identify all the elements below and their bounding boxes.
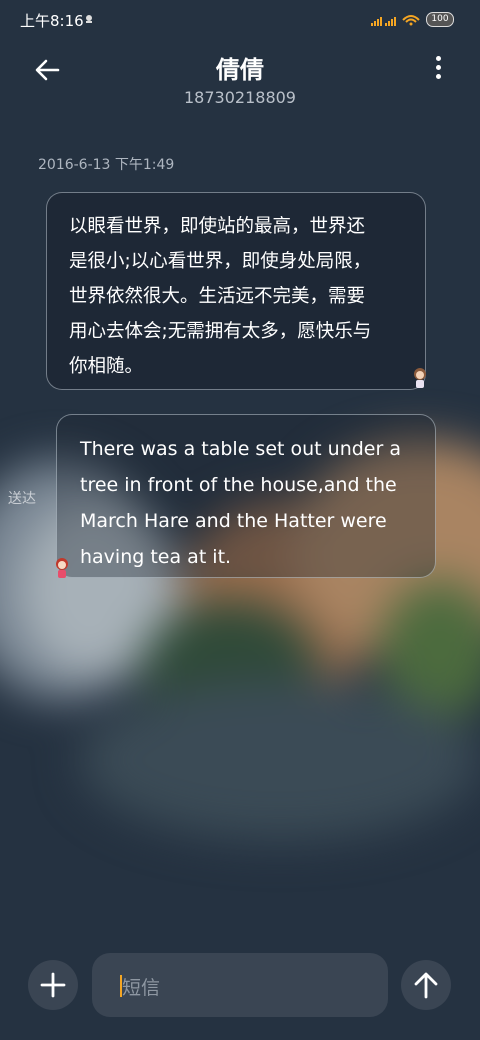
arrow-up-icon — [414, 972, 438, 999]
message-line: 是很小;以心看世界，即使身处局限， — [69, 251, 372, 272]
send-button[interactable] — [401, 960, 451, 1010]
message-line: 你相随。 — [69, 356, 144, 377]
contact-name: 倩倩 — [216, 56, 264, 84]
signal-icon — [371, 14, 396, 26]
wifi-icon — [402, 14, 420, 25]
message-line: 世界依然很大。生活远不完美，需要 — [69, 286, 366, 307]
message-line: March Hare and the Hatter were — [80, 510, 387, 532]
outgoing-message-bubble[interactable]: There was a table set out under a tree i… — [56, 414, 436, 578]
bubble-sticker-icon — [56, 558, 68, 578]
more-options-icon[interactable] — [432, 56, 444, 84]
battery-icon: 100 — [426, 12, 454, 27]
bubble-sticker-icon — [414, 368, 426, 388]
message-line: having tea at it. — [80, 546, 232, 568]
status-time: 上午8:16 — [20, 12, 84, 30]
message-input-placeholder: 短信 — [122, 977, 161, 999]
message-line: tree in front of the house,and the — [80, 474, 397, 496]
message-line: 以眼看世界，即使站的最高，世界还 — [69, 216, 366, 237]
message-line: There was a table set out under a — [80, 438, 401, 460]
message-line: 用心去体会;无需拥有太多，愿快乐与 — [69, 321, 372, 342]
delivery-status: 送达 — [8, 491, 36, 507]
status-indicators: 100 — [371, 12, 454, 27]
add-attachment-button[interactable] — [28, 960, 78, 1010]
incoming-message-bubble[interactable]: 以眼看世界，即使站的最高，世界还 是很小;以心看世界，即使身处局限， 世界依然很… — [46, 192, 426, 390]
plus-icon — [40, 972, 66, 998]
message-timestamp: 2016-6-13 下午1:49 — [38, 157, 175, 173]
contact-phone: 18730218809 — [184, 88, 296, 107]
message-input[interactable]: 短信 — [92, 953, 388, 1017]
status-bar: 上午8:16 100 — [0, 0, 480, 40]
notification-icon — [86, 15, 92, 23]
